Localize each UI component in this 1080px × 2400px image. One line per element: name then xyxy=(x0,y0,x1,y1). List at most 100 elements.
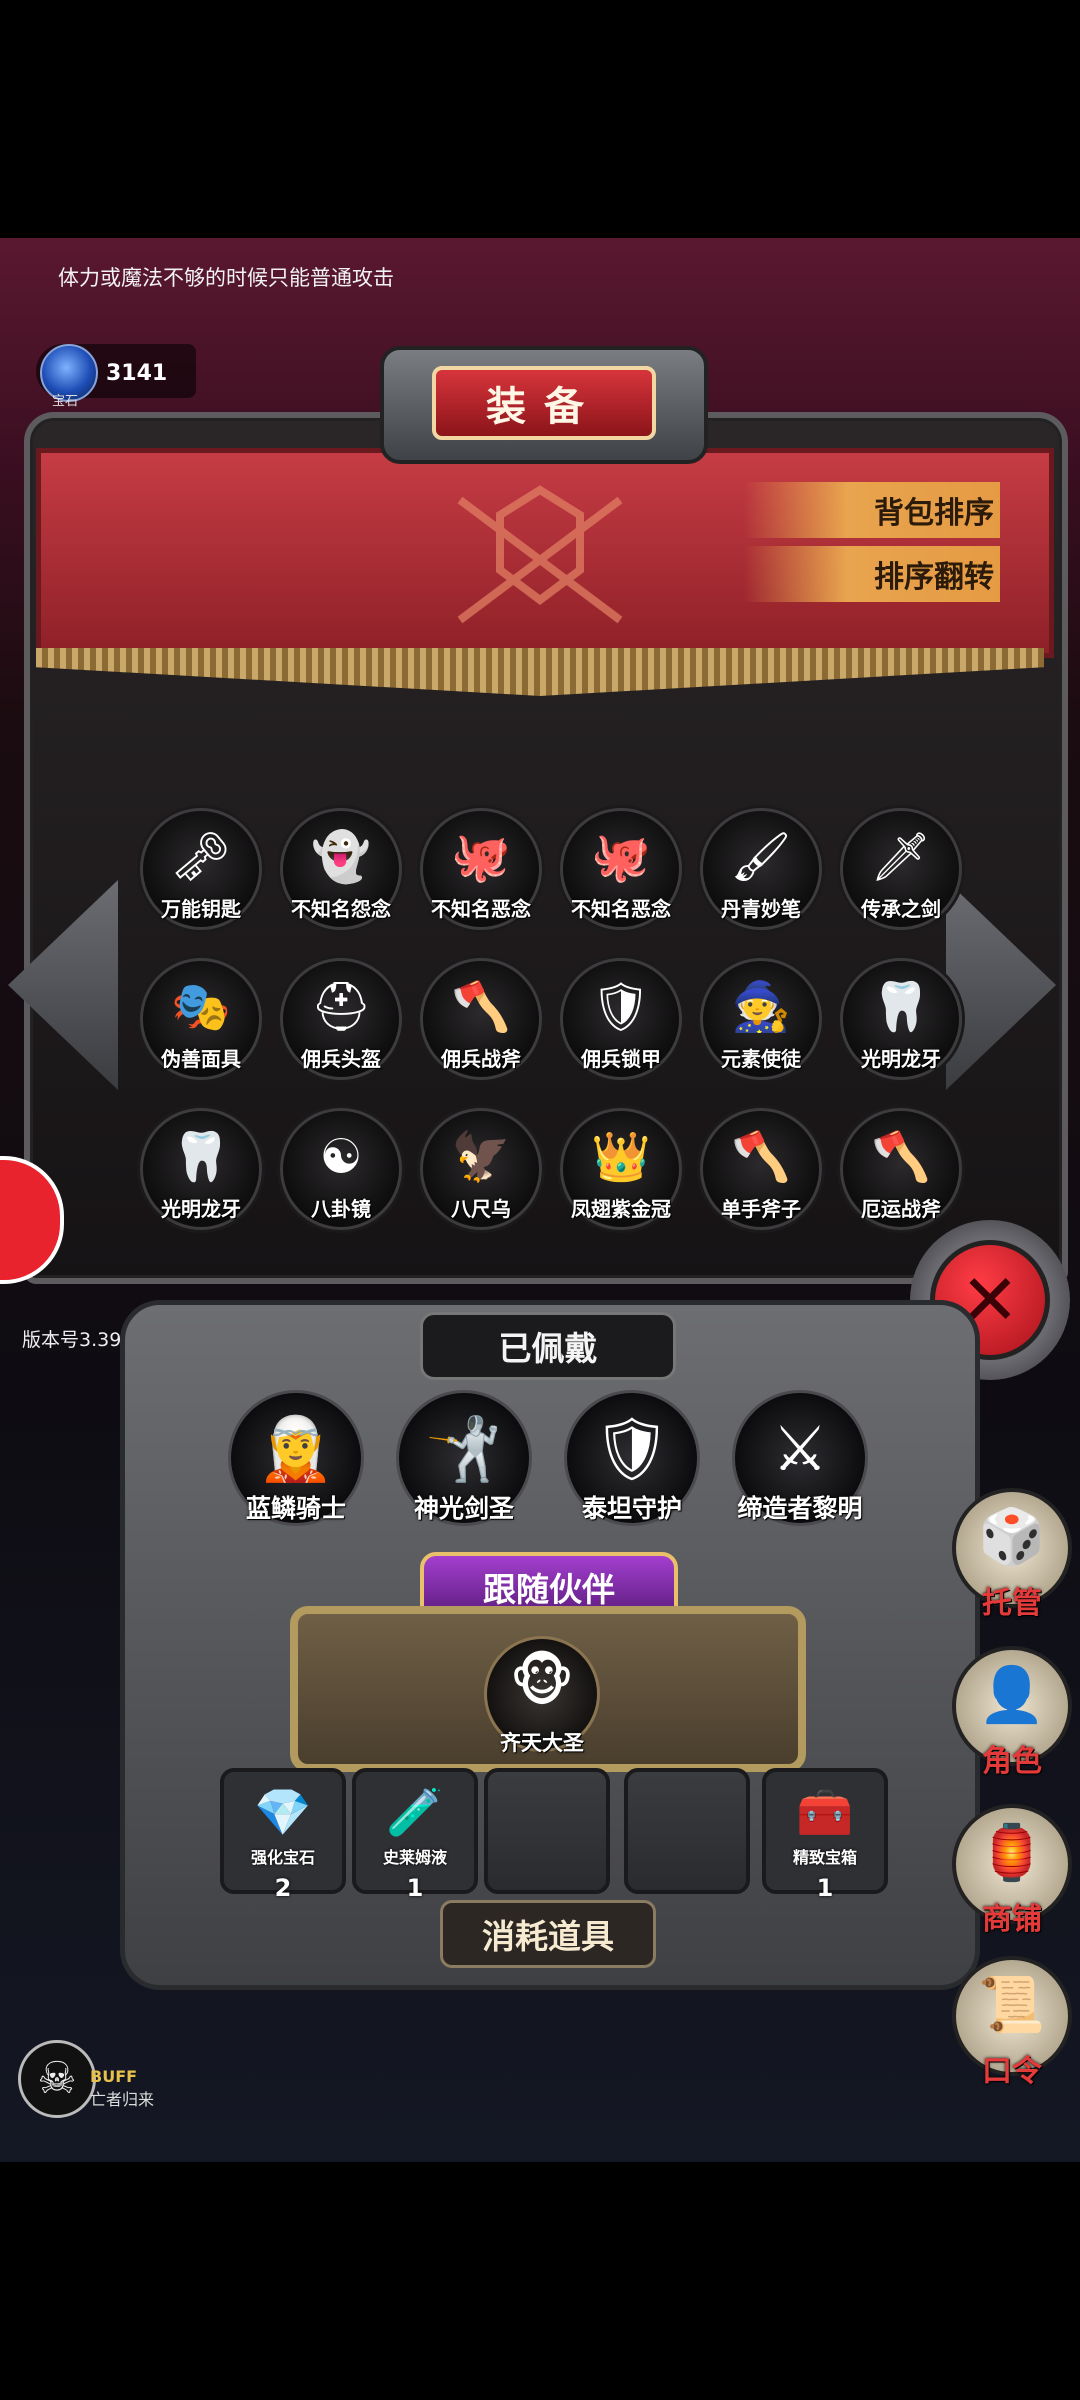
item-label: 佣兵战斧 xyxy=(441,1047,521,1071)
side-button-label: 角色 xyxy=(982,1744,1042,1779)
consumable-count: 1 xyxy=(816,1874,834,1902)
inventory-item[interactable]: 🦷 光明龙牙 xyxy=(140,1108,262,1230)
consumable-count: 2 xyxy=(274,1874,292,1902)
skull-buff-icon[interactable]: ☠ xyxy=(18,2040,96,2118)
item-label: 万能钥匙 xyxy=(161,897,241,921)
inventory-item[interactable]: 🪓 单手斧子 xyxy=(700,1108,822,1230)
item-icon: 🐙 xyxy=(591,829,651,885)
buff-label: BUFF xyxy=(90,2067,138,2086)
item-label: 光明龙牙 xyxy=(861,1047,941,1071)
item-icon: 👑 xyxy=(591,1129,651,1185)
item-icon: 🪓 xyxy=(731,1129,791,1185)
companion-label: 齐天大圣 xyxy=(500,1731,584,1755)
shop-button[interactable]: 🏮 商铺 xyxy=(952,1804,1072,1937)
currency-count: 3141 xyxy=(106,361,168,386)
sort-bag-button[interactable]: 背包排序 xyxy=(744,482,1000,538)
inventory-item[interactable]: ☯ 八卦镜 xyxy=(280,1108,402,1230)
item-icon: ☯ xyxy=(319,1129,363,1185)
item-label: 伪善面具 xyxy=(161,1047,241,1071)
item-icon: 🦷 xyxy=(171,1129,231,1185)
item-label: 光明龙牙 xyxy=(161,1197,241,1221)
crossed-swords-crest-icon xyxy=(457,485,623,624)
equipped-label: 神光剑圣 xyxy=(413,1494,514,1523)
inventory-item[interactable]: 🖌 丹青妙笔 xyxy=(700,808,822,930)
consumable-slot-empty[interactable] xyxy=(484,1768,610,1894)
currency-label: 宝石 xyxy=(52,394,79,409)
item-label: 佣兵锁甲 xyxy=(581,1047,661,1071)
shop-icon: 🏮 xyxy=(978,1821,1046,1884)
item-icon: 🦅 xyxy=(451,1129,511,1185)
auto-play-button[interactable]: 🎲 托管 xyxy=(952,1488,1072,1621)
consumable-count: 1 xyxy=(406,1874,424,1902)
item-label: 不知名恶念 xyxy=(571,897,671,921)
version-label: 版本号3.39 xyxy=(22,1329,122,1351)
companion-slot[interactable]: 🐵 齐天大圣 xyxy=(484,1636,600,1755)
hint-text: 体力或魔法不够的时候只能普通攻击 xyxy=(58,266,394,290)
consumable-icon: 💎 xyxy=(254,1785,312,1839)
item-label: 佣兵头盔 xyxy=(301,1047,381,1071)
scroll-icon: 📜 xyxy=(978,1973,1046,2036)
equipped-icon: 🤺 xyxy=(425,1412,503,1485)
equipped-item[interactable]: 🧝 蓝鳞骑士 xyxy=(228,1390,364,1526)
item-icon: 🗡 xyxy=(870,829,932,885)
inventory-item[interactable]: 🦅 八尺乌 xyxy=(420,1108,542,1230)
monkey-king-icon: 🐵 xyxy=(509,1649,575,1714)
equipped-item[interactable]: 🤺 神光剑圣 xyxy=(396,1390,532,1526)
item-icon: 🖌 xyxy=(730,829,792,885)
side-button-label: 托管 xyxy=(982,1586,1042,1621)
item-icon: 🗝 xyxy=(170,829,232,885)
side-button-label: 商铺 xyxy=(982,1902,1042,1937)
equipped-label: 泰坦守护 xyxy=(581,1494,682,1523)
sort-reverse-button[interactable]: 排序翻转 xyxy=(744,546,1000,602)
equipped-label: 缔造者黎明 xyxy=(737,1494,863,1523)
consumable-slot-empty[interactable] xyxy=(624,1768,750,1894)
inventory-item[interactable]: 👻 不知名怨念 xyxy=(280,808,402,930)
consumable-slot[interactable]: 💎 强化宝石 2 xyxy=(220,1768,346,1902)
equipped-icon: ⚔ xyxy=(772,1412,828,1485)
item-label: 厄运战斧 xyxy=(861,1197,941,1221)
inventory-item[interactable]: 🗡 传承之剑 xyxy=(840,808,962,930)
inventory-item[interactable]: 🪓 厄运战斧 xyxy=(840,1108,962,1230)
password-button[interactable]: 📜 口令 xyxy=(952,1956,1072,2089)
inventory-item[interactable]: 🐙 不知名恶念 xyxy=(420,808,542,930)
item-label: 单手斧子 xyxy=(721,1197,801,1221)
hooded-figure-icon: 👤 xyxy=(978,1663,1046,1726)
inventory-item[interactable]: 🪓 佣兵战斧 xyxy=(420,958,542,1080)
dice-icon: 🎲 xyxy=(978,1505,1046,1568)
equipped-label: 蓝鳞骑士 xyxy=(245,1494,346,1523)
consumable-slot[interactable]: 🧰 精致宝箱 1 xyxy=(762,1768,888,1902)
item-icon: 🪓 xyxy=(451,979,511,1035)
item-label: 八尺乌 xyxy=(451,1197,511,1221)
inventory-item[interactable]: 🛡 佣兵锁甲 xyxy=(560,958,682,1080)
inventory-item[interactable]: 🐙 不知名恶念 xyxy=(560,808,682,930)
panel-title: 装备 xyxy=(432,366,656,440)
inventory-item[interactable]: 🦷 光明龙牙 xyxy=(840,958,962,1080)
inventory-item[interactable]: 🎭 伪善面具 xyxy=(140,958,262,1080)
character-button[interactable]: 👤 角色 xyxy=(952,1646,1072,1779)
item-icon: 👻 xyxy=(311,829,371,885)
inventory-item[interactable]: ⛑ 佣兵头盔 xyxy=(280,958,402,1080)
consumable-label: 史莱姆液 xyxy=(382,1848,447,1867)
equipped-item[interactable]: ⚔ 缔造者黎明 xyxy=(732,1390,868,1526)
buff-name: 亡者归来 xyxy=(90,2090,155,2109)
item-label: 不知名怨念 xyxy=(291,897,391,921)
item-label: 凤翅紫金冠 xyxy=(571,1197,671,1221)
item-icon: 🎭 xyxy=(171,979,231,1035)
consumables-title: 消耗道具 xyxy=(440,1900,656,1968)
item-label: 传承之剑 xyxy=(861,897,941,921)
consumable-icon: 🧰 xyxy=(796,1785,854,1839)
inventory-item[interactable]: 🗝 万能钥匙 xyxy=(140,808,262,930)
equipped-item[interactable]: 🛡 泰坦守护 xyxy=(564,1390,700,1526)
item-icon: ⛑ xyxy=(310,979,372,1035)
equipped-icon: 🧝 xyxy=(257,1412,335,1485)
equipped-title: 已佩戴 xyxy=(420,1312,676,1380)
consumable-label: 精致宝箱 xyxy=(792,1848,857,1867)
inventory-item[interactable]: 🧙 元素使徒 xyxy=(700,958,822,1080)
item-icon: 🪓 xyxy=(871,1129,931,1185)
inventory-item[interactable]: 👑 凤翅紫金冠 xyxy=(560,1108,682,1230)
consumable-slot[interactable]: 🧪 史莱姆液 1 xyxy=(352,1768,478,1902)
consumable-label: 强化宝石 xyxy=(250,1848,315,1867)
consumable-icon: 🧪 xyxy=(386,1785,444,1839)
equipped-icon: 🛡 xyxy=(592,1412,672,1485)
side-button-label: 口令 xyxy=(982,2054,1042,2089)
